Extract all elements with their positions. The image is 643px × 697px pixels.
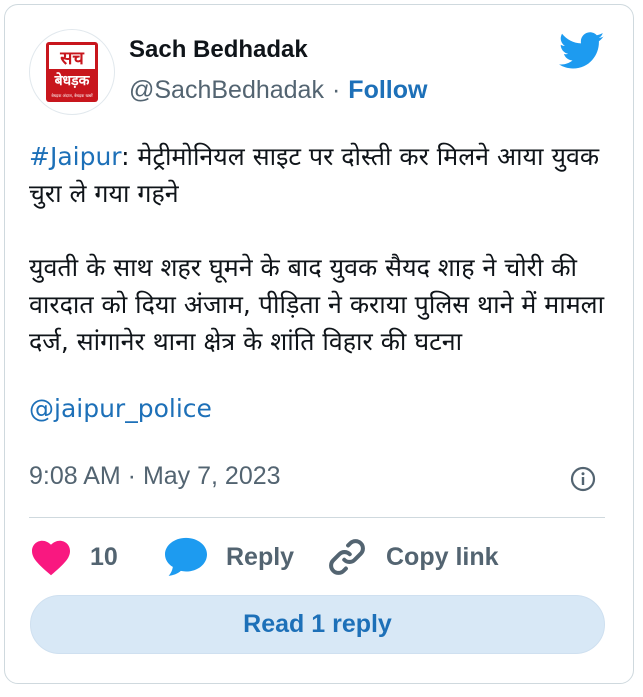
reply-button[interactable]: Reply <box>163 535 294 579</box>
read-replies-button[interactable]: Read 1 reply <box>30 595 605 654</box>
logo-text: सच <box>59 48 85 69</box>
link-chain-icon <box>329 539 365 575</box>
twitter-bird-icon[interactable] <box>559 32 605 70</box>
tweet-paragraph-3: @jaipur_police <box>29 390 609 427</box>
info-icon[interactable] <box>570 466 596 492</box>
copy-link-button[interactable]: Copy link <box>325 535 499 579</box>
tweet-paragraph-2: युवती के साथ शहर घूमने के बाद युवक सैयद … <box>29 253 605 356</box>
divider <box>29 517 605 518</box>
logo-subtext: बेधड़क <box>54 72 91 89</box>
follow-button[interactable]: Follow <box>348 76 427 104</box>
logo-tagline: बेधड़क अंदाज, बेधड़क खबरें <box>51 93 93 98</box>
read-replies-label: Read 1 reply <box>243 610 392 638</box>
heart-icon <box>32 540 70 576</box>
like-count: 10 <box>90 542 118 571</box>
reply-label: Reply <box>226 542 295 571</box>
author-handle[interactable]: @SachBedhadak <box>129 76 324 104</box>
sach-bedhadak-logo: सच बेधड़क बेधड़क अंदाज, बेधड़क खबरें <box>46 42 98 102</box>
tweet-timestamp[interactable]: 9:08 AM · May 7, 2023 <box>29 462 281 491</box>
like-button[interactable]: 10 <box>30 535 118 579</box>
handle-row: @SachBedhadak · Follow <box>129 76 427 105</box>
speech-bubble-icon <box>165 537 207 576</box>
hashtag-link[interactable]: #Jaipur <box>29 142 121 171</box>
avatar[interactable]: सच बेधड़क बेधड़क अंदाज, बेधड़क खबरें <box>29 29 115 115</box>
tweet-paragraph-1: #Jaipur: मेट्रीमोनियल साइट पर दोस्ती कर … <box>29 138 609 212</box>
mention-link[interactable]: @jaipur_police <box>29 394 212 423</box>
copy-link-label: Copy link <box>386 542 499 571</box>
separator-dot: · <box>331 76 341 104</box>
tweet-text: #Jaipur: मेट्रीमोनियल साइट पर दोस्ती कर … <box>29 138 609 427</box>
author-name[interactable]: Sach Bedhadak <box>129 36 308 64</box>
